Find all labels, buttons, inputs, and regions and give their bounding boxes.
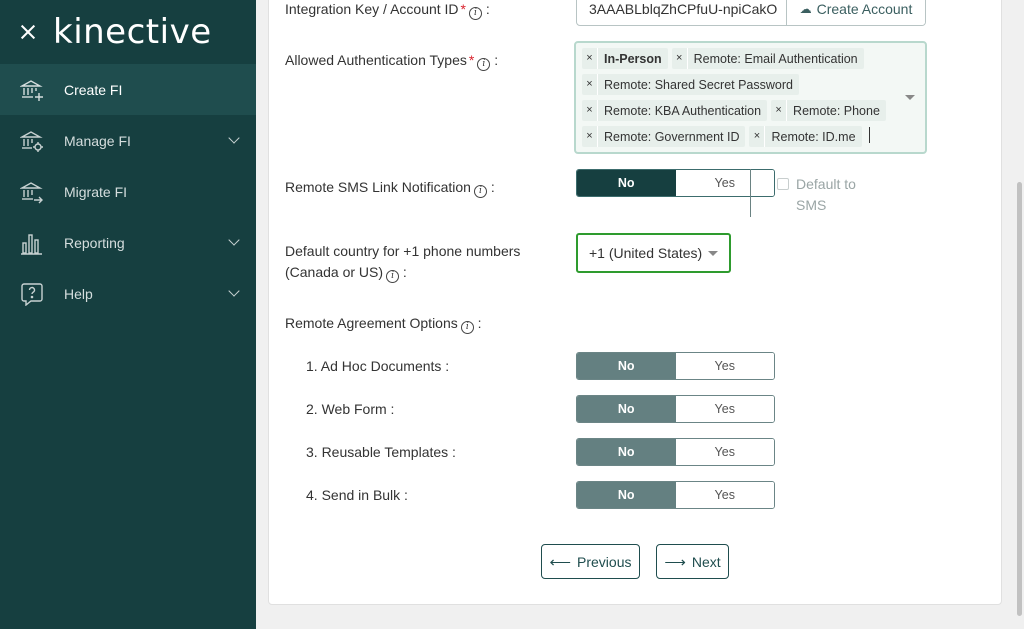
agreement-option-label: 3. Reusable Templates :	[306, 444, 456, 460]
sidebar-item-manage-fi[interactable]: Manage FI	[0, 115, 256, 166]
default-to-sms-checkbox[interactable]: Default to SMS	[777, 174, 856, 216]
kinective-logo: kinective	[53, 12, 212, 52]
send-in-bulk-toggle: No Yes	[576, 481, 775, 509]
sidebar-item-label: Migrate FI	[64, 183, 128, 200]
next-button[interactable]: ⟶ Next	[656, 544, 729, 579]
dropdown-arrow-icon	[708, 250, 719, 256]
sidebar-item-migrate-fi[interactable]: Migrate FI	[0, 166, 256, 217]
text-cursor	[868, 126, 870, 143]
auth-chip: × Remote: Phone	[771, 100, 886, 121]
auth-chip: × Remote: ID.me	[749, 126, 862, 147]
yes-option[interactable]: Yes	[675, 396, 774, 422]
divider	[750, 169, 751, 217]
bar-chart-icon	[20, 231, 44, 255]
sidebar-item-label: Help	[64, 285, 93, 302]
no-option[interactable]: No	[577, 396, 676, 422]
dropdown-arrow-icon[interactable]	[905, 95, 915, 100]
integration-key-group: 3AAABLblqZhCPfuU-npiCakO ☁ Create Accoun…	[576, 0, 926, 26]
question-bubble-icon	[20, 282, 44, 306]
yes-option[interactable]: Yes	[675, 353, 774, 379]
bank-gear-icon	[20, 129, 44, 153]
sms-link-label: Remote SMS Link Notification i :	[285, 179, 495, 198]
checkbox[interactable]	[777, 178, 789, 190]
previous-button[interactable]: ⟵ Previous	[541, 544, 640, 579]
agreement-option-label: 2. Web Form :	[306, 401, 395, 417]
chevron-down-icon	[228, 132, 240, 144]
reusable-templates-toggle: No Yes	[576, 438, 775, 466]
web-form-toggle: No Yes	[576, 395, 775, 423]
arrow-left-icon: ⟵	[549, 553, 572, 571]
auth-chip: × Remote: KBA Authentication	[582, 100, 768, 121]
integration-key-field[interactable]: 3AAABLblqZhCPfuU-npiCakO	[577, 0, 786, 25]
cloud-icon: ☁	[799, 1, 812, 16]
auth-chip: × Remote: Email Authentication	[671, 48, 864, 69]
sms-no-option[interactable]: No	[577, 170, 676, 196]
auth-chip: × Remote: Government ID	[582, 126, 746, 147]
agreement-option-label: 4. Send in Bulk :	[306, 487, 408, 503]
form-card: Integration Key / Account ID * i : 3AAABLb…	[268, 0, 1002, 605]
sidebar-item-label: Manage FI	[64, 132, 131, 149]
agreement-option-label: 1. Ad Hoc Documents :	[306, 358, 450, 374]
create-account-button[interactable]: ☁ Create Account	[786, 0, 925, 25]
auth-types-multiselect[interactable]: × In-Person × Remote: Email Authentication …	[574, 41, 927, 154]
sidebar-item-label: Reporting	[64, 234, 125, 251]
chevron-down-icon	[228, 234, 240, 246]
main-content: Integration Key / Account ID * i : 3AAABLb…	[256, 0, 1024, 629]
scrollbar[interactable]	[1016, 0, 1024, 629]
no-option[interactable]: No	[577, 482, 676, 508]
yes-option[interactable]: Yes	[675, 439, 774, 465]
auth-chip: × In-Person	[582, 48, 668, 69]
agreement-options-label: Remote Agreement Options i :	[285, 315, 482, 334]
ad-hoc-toggle: No Yes	[576, 352, 775, 380]
info-icon[interactable]: i	[460, 321, 474, 334]
remove-chip-icon[interactable]: ×	[582, 74, 598, 95]
arrow-right-icon: ⟶	[664, 553, 686, 571]
auth-chip: × Remote: Shared Secret Password	[582, 74, 799, 95]
info-icon[interactable]: i	[477, 58, 491, 71]
auth-types-label: Allowed Authentication Types * i :	[285, 52, 499, 71]
sidebar: kinective Create FI Manage FI Migrate FI	[0, 0, 256, 629]
sms-yes-option[interactable]: Yes	[675, 170, 774, 196]
country-label: Default country for +1 phone numbers (Ca…	[285, 243, 521, 283]
yes-option[interactable]: Yes	[675, 482, 774, 508]
sms-link-toggle: No Yes	[576, 169, 775, 197]
sidebar-item-create-fi[interactable]: Create FI	[0, 64, 256, 115]
remove-chip-icon[interactable]: ×	[582, 126, 598, 147]
sidebar-header: kinective	[0, 0, 256, 64]
country-select[interactable]: +1 (United States)	[576, 233, 731, 273]
remove-chip-icon[interactable]: ×	[672, 48, 688, 69]
close-icon[interactable]	[20, 24, 36, 40]
integration-key-label: Integration Key / Account ID * i :	[285, 1, 490, 20]
bank-plus-icon	[20, 78, 44, 102]
remove-chip-icon[interactable]: ×	[582, 48, 598, 69]
info-icon[interactable]: i	[469, 7, 482, 20]
scrollbar-thumb[interactable]	[1017, 182, 1022, 616]
sidebar-item-label: Create FI	[64, 81, 123, 98]
remove-chip-icon[interactable]: ×	[582, 100, 598, 121]
remove-chip-icon[interactable]: ×	[771, 100, 788, 121]
info-icon[interactable]: i	[386, 270, 400, 283]
no-option[interactable]: No	[577, 353, 676, 379]
remove-chip-icon[interactable]: ×	[749, 126, 766, 147]
bank-arrow-icon	[20, 180, 44, 204]
info-icon[interactable]: i	[473, 185, 487, 198]
no-option[interactable]: No	[577, 439, 676, 465]
chevron-down-icon	[228, 285, 240, 297]
sidebar-item-reporting[interactable]: Reporting	[0, 217, 256, 268]
sidebar-item-help[interactable]: Help	[0, 268, 256, 319]
